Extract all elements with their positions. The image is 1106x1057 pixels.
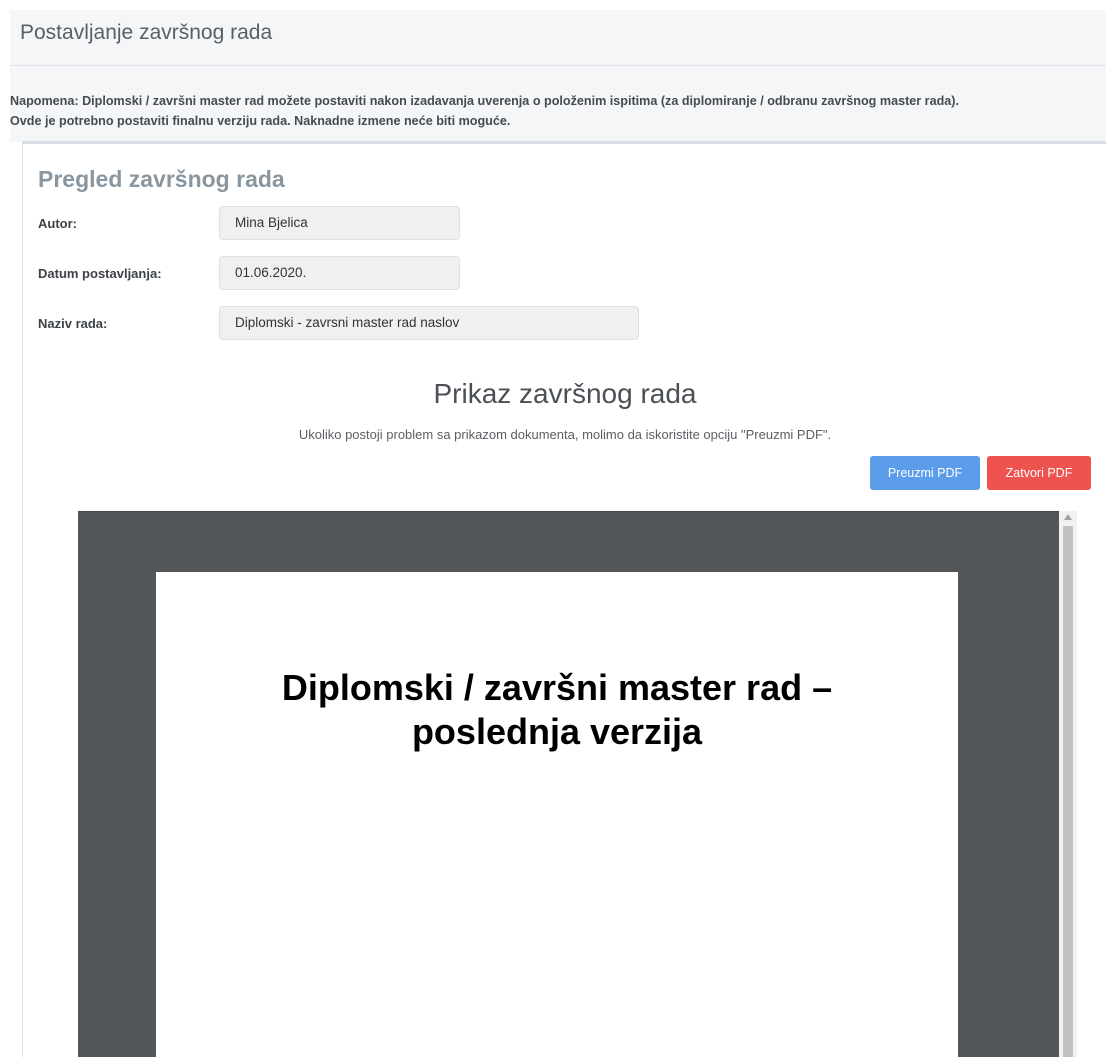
pdf-heading-line-2: poslednja verzija	[411, 711, 703, 752]
note-line-1: Napomena: Diplomski / završni master rad…	[10, 94, 959, 108]
page: Postavljanje završnog rada Napomena: Dip…	[0, 0, 1106, 1057]
scroll-thumb[interactable]	[1063, 526, 1073, 1057]
upload-date-label: Datum postavljanja:	[38, 266, 162, 281]
thesis-title-field: Diplomski - zavrsni master rad naslov	[219, 306, 639, 340]
preview-title: Prikaz završnog rada	[433, 378, 697, 409]
note-text: Napomena: Diplomski / završni master rad…	[10, 91, 1106, 131]
pdf-page: Diplomski / završni master rad – posledn…	[156, 572, 958, 1057]
close-pdf-button[interactable]: Zatvori PDF	[987, 456, 1091, 490]
note-line-2: Ovde je potrebno postaviti finalnu verzi…	[10, 114, 511, 128]
upload-date-field: 01.06.2020.	[219, 256, 460, 290]
author-label: Autor:	[38, 216, 77, 231]
page-header: Postavljanje završnog rada	[10, 10, 1106, 66]
page-title: Postavljanje završnog rada	[20, 21, 273, 44]
review-card: Pregled završnog rada Autor: Mina Bjelic…	[22, 141, 1106, 1057]
note-band: Napomena: Diplomski / završni master rad…	[10, 66, 1106, 142]
scroll-up-icon[interactable]	[1059, 511, 1077, 523]
download-pdf-button[interactable]: Preuzmi PDF	[870, 456, 980, 490]
pdf-heading: Diplomski / završni master rad – posledn…	[156, 666, 958, 754]
pdf-scrollbar[interactable]	[1059, 511, 1077, 1057]
review-title: Pregled završnog rada	[38, 166, 285, 192]
author-field: Mina Bjelica	[219, 206, 460, 240]
preview-subtitle: Ukoliko postoji problem sa prikazom doku…	[298, 427, 832, 442]
pdf-heading-line-1: Diplomski / završni master rad –	[281, 667, 833, 708]
thesis-title-label: Naziv rada:	[38, 316, 108, 331]
pdf-viewer[interactable]: Diplomski / završni master rad – posledn…	[78, 511, 1059, 1057]
